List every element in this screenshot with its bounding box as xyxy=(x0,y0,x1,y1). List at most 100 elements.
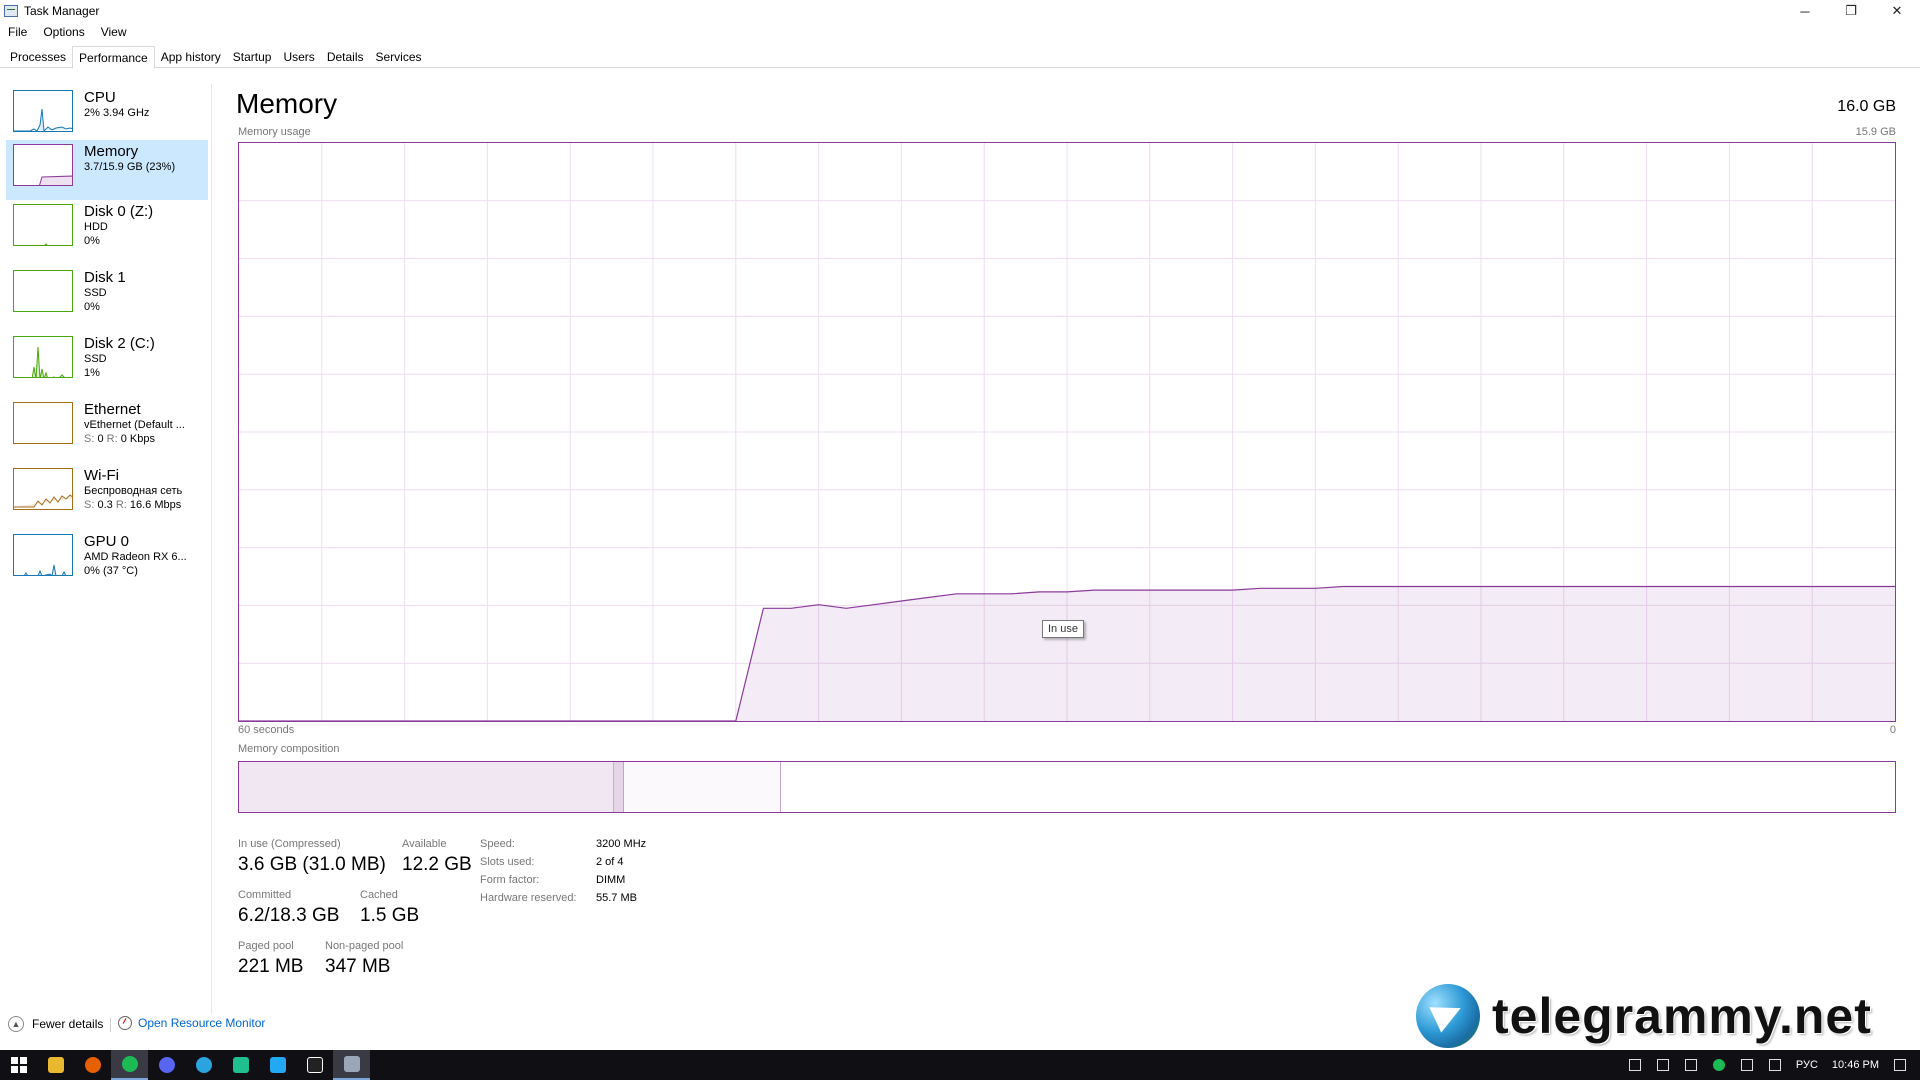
clock[interactable]: 10:46 PM xyxy=(1832,1059,1879,1071)
taskbar-telegram[interactable] xyxy=(185,1050,222,1080)
sidebar-item-detail: 0% (37 °C) xyxy=(84,565,138,577)
send-value: 0 xyxy=(97,433,104,445)
tab-performance[interactable]: Performance xyxy=(72,46,155,69)
sidebar-item-type: SSD xyxy=(84,353,107,365)
cpu-thumbnail-graph xyxy=(13,90,73,132)
taskbar-task-manager[interactable] xyxy=(333,1050,370,1080)
sidebar-item-label: Disk 0 (Z:) xyxy=(84,203,154,220)
stat-value: 221 MB xyxy=(238,956,304,977)
taskbar-vscode[interactable] xyxy=(259,1050,296,1080)
stat-committed: Committed 6.2/18.3 GB xyxy=(238,889,339,927)
page-title: Memory xyxy=(236,88,338,119)
stat-available: Available 12.2 GB xyxy=(402,838,472,876)
sidebar-item-label: CPU xyxy=(84,89,116,106)
stat-cached: Cached 1.5 GB xyxy=(360,889,419,927)
sidebar: CPU 2% 3.94 GHz Memory 3.7/15.9 GB (23%)… xyxy=(0,84,212,1014)
app-icon xyxy=(232,1057,249,1073)
sidebar-item-disk-2[interactable]: Disk 2 (C:) SSD 1% xyxy=(6,332,208,392)
menu-bar: File Options View xyxy=(0,22,135,42)
taskbar-discord[interactable] xyxy=(148,1050,185,1080)
send-label: S: xyxy=(84,499,95,511)
form-factor-value: DIMM xyxy=(596,874,626,886)
sidebar-item-memory[interactable]: Memory 3.7/15.9 GB (23%) xyxy=(6,140,208,200)
stat-label: Cached xyxy=(360,889,398,901)
sidebar-item-disk-0[interactable]: Disk 0 (Z:) HDD 0% xyxy=(6,200,208,260)
hardware-reserved-value: 55.7 MB xyxy=(596,892,637,904)
resource-monitor-icon xyxy=(118,1016,132,1030)
spotify-icon xyxy=(121,1056,138,1072)
tab-details[interactable]: Details xyxy=(321,46,370,68)
volume-icon[interactable] xyxy=(1740,1059,1753,1071)
security-icon[interactable] xyxy=(1684,1059,1697,1071)
taskbar-green-app[interactable] xyxy=(222,1050,259,1080)
sidebar-item-adapter: vEthernet (Default ... xyxy=(84,419,185,431)
taskbar-pycharm[interactable] xyxy=(296,1050,333,1080)
sidebar-item-disk-1[interactable]: Disk 1 SSD 0% xyxy=(6,266,208,326)
show-hidden-icons[interactable] xyxy=(1628,1059,1641,1071)
taskbar: РУС 10:46 PM xyxy=(0,1050,1920,1080)
open-resource-monitor-link[interactable]: Open Resource Monitor xyxy=(118,1016,265,1030)
tab-services[interactable]: Services xyxy=(370,46,428,68)
memory-composition-label: Memory composition xyxy=(238,743,340,755)
chevron-up-icon: ▲ xyxy=(8,1016,24,1032)
sidebar-item-wifi[interactable]: Wi-Fi Беспроводная сеть S: 0.3 R: 16.6 M… xyxy=(6,464,208,524)
composition-segment-modified[interactable] xyxy=(613,762,625,812)
tab-users[interactable]: Users xyxy=(277,46,320,68)
stat-in-use: In use (Compressed) 3.6 GB (31.0 MB) xyxy=(238,838,386,876)
task-manager-icon xyxy=(4,5,18,17)
sidebar-item-detail: 0% xyxy=(84,301,100,313)
firefox-icon xyxy=(84,1057,101,1073)
send-value: 0.3 xyxy=(97,499,113,511)
composition-segment-free[interactable] xyxy=(780,762,1895,812)
sidebar-item-ethernet[interactable]: Ethernet vEthernet (Default ... S: 0 R: … xyxy=(6,398,208,458)
spotify-tray-icon[interactable] xyxy=(1712,1059,1725,1071)
menu-options[interactable]: Options xyxy=(35,25,92,39)
notifications-icon[interactable] xyxy=(1894,1059,1906,1071)
composition-segment-standby[interactable] xyxy=(624,762,781,812)
menu-view[interactable]: View xyxy=(93,25,135,39)
start-button[interactable] xyxy=(0,1050,37,1080)
vscode-icon xyxy=(269,1057,286,1073)
menu-file[interactable]: File xyxy=(0,25,35,39)
tab-processes[interactable]: Processes xyxy=(4,46,72,68)
hardware-info: Speed: 3200 MHz Slots used: 2 of 4 Form fa… xyxy=(480,838,646,910)
stat-value: 6.2/18.3 GB xyxy=(238,905,340,926)
language-indicator[interactable]: РУС xyxy=(1796,1059,1818,1071)
wifi-icon[interactable] xyxy=(1768,1059,1781,1071)
close-button[interactable]: ✕ xyxy=(1874,0,1920,22)
send-label: S: xyxy=(84,433,95,445)
composition-segment-in-use[interactable] xyxy=(239,762,614,812)
receive-value: 16.6 Mbps xyxy=(129,499,182,511)
sidebar-item-adapter: Беспроводная сеть xyxy=(84,485,183,497)
sidebar-item-label: Disk 1 xyxy=(84,269,126,286)
stat-non-paged-pool: Non-paged pool 347 MB xyxy=(325,940,403,978)
tab-startup[interactable]: Startup xyxy=(227,46,278,68)
taskbar-file-explorer[interactable] xyxy=(37,1050,74,1080)
stat-paged-pool: Paged pool 221 MB xyxy=(238,940,303,978)
system-tray: РУС 10:46 PM xyxy=(1621,1050,1920,1080)
sidebar-item-detail: 1% xyxy=(84,367,100,379)
discord-icon xyxy=(158,1057,175,1073)
taskbar-spotify[interactable] xyxy=(111,1050,148,1080)
form-factor-label: Form factor: xyxy=(480,874,540,886)
usb-icon[interactable] xyxy=(1656,1059,1669,1071)
sidebar-item-adapter: AMD Radeon RX 6... xyxy=(84,551,187,563)
resource-monitor-label: Open Resource Monitor xyxy=(138,1016,266,1030)
maximize-button[interactable]: ❐ xyxy=(1828,0,1874,22)
sidebar-item-cpu[interactable]: CPU 2% 3.94 GHz xyxy=(6,86,208,146)
memory-usage-label: Memory usage xyxy=(238,126,311,138)
tab-app-history[interactable]: App history xyxy=(155,46,227,68)
sidebar-item-label: Wi-Fi xyxy=(84,467,119,484)
stat-label: Available xyxy=(402,838,447,850)
disk-1-thumbnail-graph xyxy=(13,270,73,312)
minimize-button[interactable]: ─ xyxy=(1782,0,1828,22)
memory-composition-bar[interactable] xyxy=(238,761,1896,813)
stat-value: 347 MB xyxy=(325,956,391,977)
taskbar-firefox[interactable] xyxy=(74,1050,111,1080)
sidebar-item-label: Memory xyxy=(84,143,139,160)
title-bar: Task Manager xyxy=(0,0,1920,22)
sidebar-item-detail: 3.7/15.9 GB (23%) xyxy=(84,161,176,173)
slots-value: 2 of 4 xyxy=(596,856,624,868)
fewer-details-button[interactable]: ▲ Fewer details xyxy=(8,1016,103,1032)
sidebar-item-gpu-0[interactable]: GPU 0 AMD Radeon RX 6... 0% (37 °C) xyxy=(6,530,208,590)
